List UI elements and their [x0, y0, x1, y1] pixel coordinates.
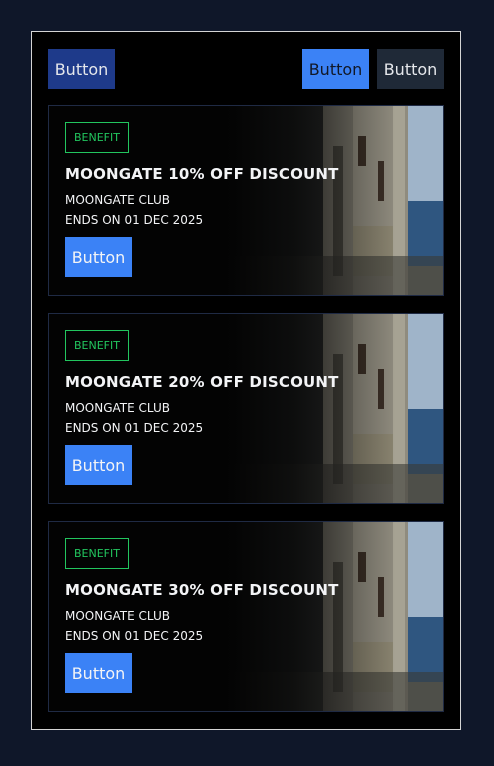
card-content: BENEFIT MOONGATE 20% OFF DISCOUNT MOONGA…	[65, 330, 427, 485]
benefit-card: BENEFIT MOONGATE 20% OFF DISCOUNT MOONGA…	[48, 313, 444, 504]
card-end-date: ENDS ON 01 DEC 2025	[65, 421, 204, 435]
top-secondary-button[interactable]: Button	[377, 49, 444, 89]
top-bar: Button Button Button	[48, 49, 444, 89]
card-club: MOONGATE CLUB	[65, 193, 171, 207]
card-end-date: ENDS ON 01 DEC 2025	[65, 213, 204, 227]
card-content: BENEFIT MOONGATE 10% OFF DISCOUNT MOONGA…	[65, 122, 427, 277]
card-button[interactable]: Button	[65, 237, 132, 277]
benefit-badge: BENEFIT	[65, 330, 129, 361]
card-club: MOONGATE CLUB	[65, 609, 171, 623]
card-title: MOONGATE 10% OFF DISCOUNT	[65, 165, 339, 183]
card-end-date: ENDS ON 01 DEC 2025	[65, 629, 204, 643]
top-left-button[interactable]: Button	[48, 49, 115, 89]
benefit-card: BENEFIT MOONGATE 10% OFF DISCOUNT MOONGA…	[48, 105, 444, 296]
card-club: MOONGATE CLUB	[65, 401, 171, 415]
benefit-card: BENEFIT MOONGATE 30% OFF DISCOUNT MOONGA…	[48, 521, 444, 712]
card-content: BENEFIT MOONGATE 30% OFF DISCOUNT MOONGA…	[65, 538, 427, 693]
card-button[interactable]: Button	[65, 445, 132, 485]
card-title: MOONGATE 30% OFF DISCOUNT	[65, 581, 339, 599]
card-title: MOONGATE 20% OFF DISCOUNT	[65, 373, 339, 391]
benefit-badge: BENEFIT	[65, 538, 129, 569]
card-button[interactable]: Button	[65, 653, 132, 693]
benefits-panel: Button Button Button BENEFIT MOONGATE 10…	[31, 31, 461, 730]
benefit-badge: BENEFIT	[65, 122, 129, 153]
top-primary-button[interactable]: Button	[302, 49, 369, 89]
